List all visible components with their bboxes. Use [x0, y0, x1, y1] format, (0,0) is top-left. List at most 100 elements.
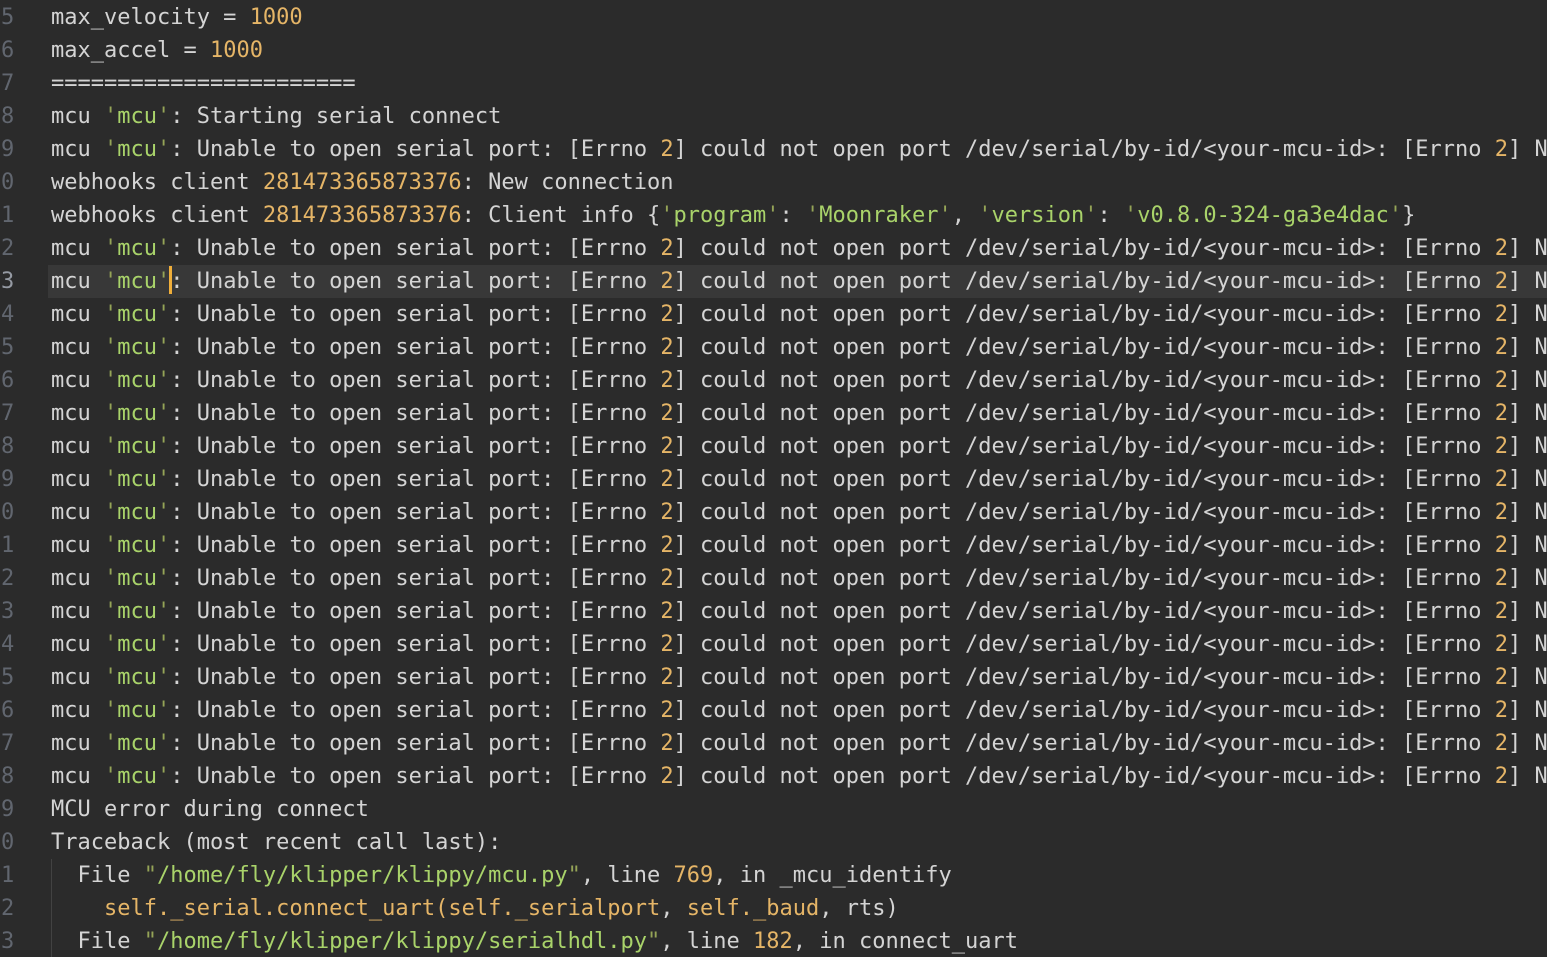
token-string-quote: ' — [157, 731, 170, 756]
token-text: ] could not open port /dev/serial/by-id/… — [674, 533, 1495, 558]
code-line[interactable]: 4mcu 'mcu': Unable to open serial port: … — [0, 628, 1547, 661]
token-string-quote: ' — [104, 335, 117, 360]
code-line[interactable]: 7mcu 'mcu': Unable to open serial port: … — [0, 397, 1547, 430]
code-line[interactable]: 2mcu 'mcu': Unable to open serial port: … — [0, 562, 1547, 595]
code-line[interactable]: 8mcu 'mcu': Unable to open serial port: … — [0, 430, 1547, 463]
code-line[interactable]: 9mcu 'mcu': Unable to open serial port: … — [0, 133, 1547, 166]
code-line[interactable]: 2 self._serial.connect_uart(self._serial… — [0, 892, 1547, 925]
token-number: 2 — [660, 764, 673, 789]
token-string: mcu — [117, 632, 157, 657]
line-number[interactable]: 9 — [1, 793, 16, 826]
code-line[interactable]: 1 File "/home/fly/klipper/klippy/mcu.py"… — [0, 859, 1547, 892]
token-number: 2 — [660, 236, 673, 261]
code-line[interactable]: 3mcu 'mcu': Unable to open serial port: … — [0, 265, 1547, 298]
token-number: 2 — [660, 335, 673, 360]
code-line[interactable]: 3 File "/home/fly/klipper/klippy/serialh… — [0, 925, 1547, 957]
code-line[interactable]: 9mcu 'mcu': Unable to open serial port: … — [0, 463, 1547, 496]
line-number[interactable]: 7 — [1, 67, 16, 100]
token-text: ] could not open port /dev/serial/by-id/… — [674, 401, 1495, 426]
code-editor[interactable]: 5max_velocity = 10006max_accel = 10007==… — [0, 0, 1547, 957]
token-number: 2 — [1495, 500, 1508, 525]
token-text: ] could not open port /dev/serial/by-id/… — [674, 632, 1495, 657]
line-number[interactable]: 3 — [1, 265, 16, 298]
token-string-quote: ' — [104, 665, 117, 690]
code-line[interactable]: 7======================= — [0, 67, 1547, 100]
token-text: : New connection — [462, 170, 674, 195]
line-number[interactable]: 0 — [1, 826, 16, 859]
line-number[interactable]: 6 — [1, 34, 16, 67]
token-text: File — [51, 863, 144, 888]
line-number[interactable]: 9 — [1, 133, 16, 166]
code-line[interactable]: 5max_velocity = 1000 — [0, 1, 1547, 34]
line-number[interactable]: 3 — [1, 595, 16, 628]
code-line[interactable]: 3mcu 'mcu': Unable to open serial port: … — [0, 595, 1547, 628]
line-number[interactable]: 3 — [1, 925, 16, 957]
line-number[interactable]: 9 — [1, 463, 16, 496]
line-number[interactable]: 1 — [1, 199, 16, 232]
token-text: ] No — [1508, 269, 1547, 294]
code-line[interactable]: 7mcu 'mcu': Unable to open serial port: … — [0, 727, 1547, 760]
code-line[interactable]: 5mcu 'mcu': Unable to open serial port: … — [0, 661, 1547, 694]
token-text: mcu — [51, 665, 104, 690]
token-text: : Unable to open serial port: [Errno — [170, 269, 660, 294]
line-number[interactable]: 4 — [1, 628, 16, 661]
token-string-quote: ' — [157, 533, 170, 558]
token-text: ] No — [1508, 698, 1547, 723]
code-line[interactable]: 9MCU error during connect — [0, 793, 1547, 826]
token-string-quote: ' — [157, 269, 170, 294]
token-string-quote: ' — [1389, 203, 1402, 228]
code-line[interactable]: 8mcu 'mcu': Unable to open serial port: … — [0, 760, 1547, 793]
line-number[interactable]: 5 — [1, 1, 16, 34]
line-number[interactable]: 6 — [1, 364, 16, 397]
token-text: , — [660, 896, 687, 921]
code-line[interactable]: 0Traceback (most recent call last): — [0, 826, 1547, 859]
code-line[interactable]: 1webhooks client 281473365873376: Client… — [0, 199, 1547, 232]
line-number[interactable]: 2 — [1, 232, 16, 265]
line-number[interactable]: 5 — [1, 661, 16, 694]
line-number[interactable]: 8 — [1, 760, 16, 793]
token-text: ] No — [1508, 533, 1547, 558]
token-string-quote: ' — [104, 368, 117, 393]
token-text: ] could not open port /dev/serial/by-id/… — [674, 764, 1495, 789]
line-number[interactable]: 1 — [1, 859, 16, 892]
line-number[interactable]: 0 — [1, 166, 16, 199]
token-number: 2 — [1495, 566, 1508, 591]
token-string-quote: ' — [978, 203, 991, 228]
token-string: Moonraker — [819, 203, 938, 228]
code-area[interactable]: 5max_velocity = 10006max_accel = 10007==… — [0, 1, 1547, 957]
line-number[interactable]: 1 — [1, 529, 16, 562]
token-text: ] could not open port /dev/serial/by-id/… — [674, 500, 1495, 525]
token-string-quote: ' — [157, 698, 170, 723]
code-line[interactable]: 6mcu 'mcu': Unable to open serial port: … — [0, 364, 1547, 397]
code-line[interactable]: 0webhooks client 281473365873376: New co… — [0, 166, 1547, 199]
token-text: ] No — [1508, 599, 1547, 624]
code-line[interactable]: 2mcu 'mcu': Unable to open serial port: … — [0, 232, 1547, 265]
token-text: ] No — [1508, 335, 1547, 360]
token-number: 2 — [660, 698, 673, 723]
token-string-quote: ' — [104, 269, 117, 294]
code-line[interactable]: 8mcu 'mcu': Starting serial connect — [0, 100, 1547, 133]
token-text: mcu — [51, 533, 104, 558]
line-number[interactable]: 8 — [1, 100, 16, 133]
token-text: , line — [660, 929, 753, 954]
code-line[interactable]: 6mcu 'mcu': Unable to open serial port: … — [0, 694, 1547, 727]
line-number[interactable]: 4 — [1, 298, 16, 331]
line-number[interactable]: 8 — [1, 430, 16, 463]
line-number[interactable]: 2 — [1, 892, 16, 925]
code-line[interactable]: 0mcu 'mcu': Unable to open serial port: … — [0, 496, 1547, 529]
line-number[interactable]: 7 — [1, 727, 16, 760]
line-number[interactable]: 0 — [1, 496, 16, 529]
token-string: /home/fly/klipper/klippy/serialhdl.py — [157, 929, 647, 954]
token-string: version — [991, 203, 1084, 228]
line-number[interactable]: 6 — [1, 694, 16, 727]
code-line[interactable]: 6max_accel = 1000 — [0, 34, 1547, 67]
token-string-quote: ' — [104, 566, 117, 591]
line-number[interactable]: 2 — [1, 562, 16, 595]
line-number[interactable]: 7 — [1, 397, 16, 430]
token-text: : Unable to open serial port: [Errno — [170, 698, 660, 723]
token-string-quote: ' — [104, 236, 117, 261]
code-line[interactable]: 4mcu 'mcu': Unable to open serial port: … — [0, 298, 1547, 331]
line-number[interactable]: 5 — [1, 331, 16, 364]
code-line[interactable]: 1mcu 'mcu': Unable to open serial port: … — [0, 529, 1547, 562]
code-line[interactable]: 5mcu 'mcu': Unable to open serial port: … — [0, 331, 1547, 364]
